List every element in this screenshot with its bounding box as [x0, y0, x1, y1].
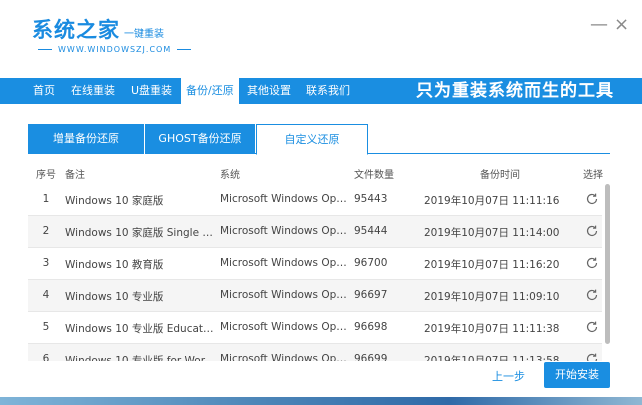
nav-item-contact-us[interactable]: 联系我们: [301, 78, 355, 104]
row-count: 96698: [354, 321, 388, 333]
refresh-icon[interactable]: [585, 256, 599, 270]
close-button[interactable]: ×: [614, 16, 629, 34]
header-select: 选择: [583, 170, 603, 181]
row-idx: 5: [42, 321, 50, 333]
row-idx: 2: [42, 225, 50, 237]
row-count: 96699: [354, 353, 388, 361]
tab-incremental-restore[interactable]: 增量备份还原: [28, 124, 144, 154]
nav-item-home[interactable]: 首页: [28, 78, 60, 104]
row-count: 96697: [354, 289, 388, 301]
row-time: 2019年10月07日 11:13:58: [424, 355, 559, 361]
refresh-icon[interactable]: [585, 224, 599, 238]
previous-step-link[interactable]: 上一步: [492, 368, 525, 384]
main-nav: 首页 在线重装 U盘重装 备份/还原 其他设置 联系我们 只为重装系统而生的工具: [0, 78, 642, 104]
refresh-icon[interactable]: [585, 320, 599, 334]
table-row[interactable]: 2 Windows 10 家庭版 Single L... Microsoft W…: [28, 216, 602, 248]
row-note: Windows 10 专业版 for Wor...: [65, 355, 215, 361]
table-scrollbar[interactable]: [605, 184, 610, 344]
tab-ghost-restore[interactable]: GHOST备份还原: [144, 124, 255, 154]
row-idx: 3: [42, 257, 50, 269]
row-system: Microsoft Windows Ope...: [220, 257, 352, 269]
table-row[interactable]: 6 Windows 10 专业版 for Wor... Microsoft Wi…: [28, 344, 602, 361]
nav-item-online-reinstall[interactable]: 在线重装: [66, 78, 120, 104]
app-header: 系统之家 一键重装 WWW.WINDOWSZJ.COM — ×: [0, 0, 642, 78]
row-count: 95444: [354, 225, 388, 237]
row-note: Windows 10 教育版: [65, 259, 164, 271]
refresh-icon[interactable]: [585, 288, 599, 302]
table-row[interactable]: 4 Windows 10 专业版 Microsoft Windows Ope..…: [28, 280, 602, 312]
row-count: 95443: [354, 193, 388, 205]
nav-item-usb-reinstall[interactable]: U盘重装: [126, 78, 177, 104]
row-system: Microsoft Windows Ope...: [220, 321, 352, 333]
header-idx: 序号: [36, 170, 56, 181]
row-note: Windows 10 家庭版 Single L...: [65, 227, 215, 239]
row-system: Microsoft Windows Ope...: [220, 353, 352, 361]
table-header: 序号 备注 系统 文件数量 备份时间 选择: [28, 162, 610, 182]
row-time: 2019年10月07日 11:11:16: [424, 195, 559, 207]
row-system: Microsoft Windows Ope...: [220, 225, 352, 237]
backup-table-body: 1 Windows 10 家庭版 Microsoft Windows Ope..…: [28, 184, 602, 361]
table-row[interactable]: 1 Windows 10 家庭版 Microsoft Windows Ope..…: [28, 184, 602, 216]
row-idx: 4: [42, 289, 50, 301]
table-row[interactable]: 3 Windows 10 教育版 Microsoft Windows Ope..…: [28, 248, 602, 280]
logo-url-text: WWW.WINDOWSZJ.COM: [58, 45, 172, 54]
nav-item-other-settings[interactable]: 其他设置: [242, 78, 296, 104]
table-row[interactable]: 5 Windows 10 专业版 Education Microsoft Win…: [28, 312, 602, 344]
nav-item-backup-restore[interactable]: 备份/还原: [181, 78, 239, 104]
header-count: 文件数量: [354, 170, 394, 181]
row-count: 96700: [354, 257, 388, 269]
logo-url: WWW.WINDOWSZJ.COM: [32, 45, 197, 54]
header-time: 备份时间: [480, 170, 520, 181]
row-idx: 6: [42, 353, 50, 361]
logo-subtitle: 一键重装: [124, 29, 164, 40]
desktop-background-strip: [0, 397, 642, 405]
row-note: Windows 10 专业版 Education: [65, 323, 215, 335]
backup-restore-panel: 增量备份还原 GHOST备份还原 自定义还原 序号 备注 系统 文件数量 备份时…: [0, 104, 642, 405]
logo-url-line-right: [177, 49, 192, 50]
row-system: Microsoft Windows Ope...: [220, 193, 352, 205]
slogan: 只为重装系统而生的工具: [416, 81, 614, 101]
start-install-button[interactable]: 开始安装: [544, 362, 610, 388]
logo-url-line-left: [38, 49, 52, 50]
refresh-icon[interactable]: [585, 352, 599, 361]
row-note: Windows 10 专业版: [65, 291, 164, 303]
row-note: Windows 10 家庭版: [65, 195, 164, 207]
row-time: 2019年10月07日 11:16:20: [424, 259, 559, 271]
row-time: 2019年10月07日 11:14:00: [424, 227, 559, 239]
header-system: 系统: [220, 170, 240, 181]
row-time: 2019年10月07日 11:11:38: [424, 323, 559, 335]
logo-title: 系统之家: [32, 18, 120, 42]
minimize-button[interactable]: —: [590, 16, 608, 34]
refresh-icon[interactable]: [585, 192, 599, 206]
header-note: 备注: [65, 170, 85, 181]
tab-bar: 增量备份还原 GHOST备份还原 自定义还原: [28, 124, 610, 155]
row-time: 2019年10月07日 11:09:10: [424, 291, 559, 303]
tab-custom-restore[interactable]: 自定义还原: [256, 124, 368, 155]
row-system: Microsoft Windows Ope...: [220, 289, 352, 301]
row-idx: 1: [42, 193, 50, 205]
